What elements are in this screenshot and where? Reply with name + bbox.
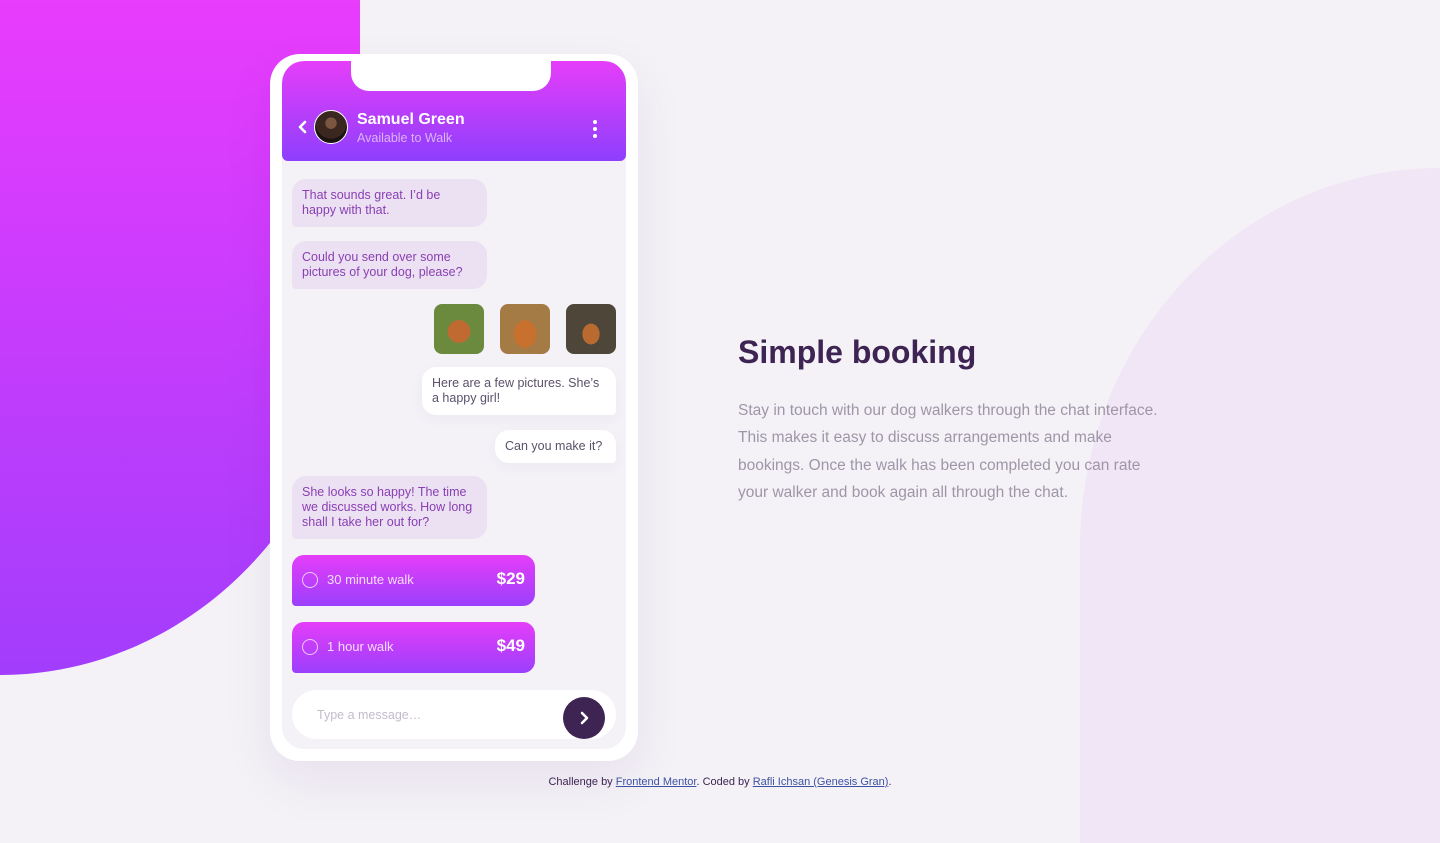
section-description: Stay in touch with our dog walkers throu… — [738, 402, 1158, 501]
message-bubble-sent: Can you make it? — [495, 430, 616, 463]
offer-label: 1 hour walk — [327, 639, 394, 654]
radio-button[interactable] — [302, 639, 318, 655]
chat-header: Samuel Green Available to Walk — [282, 61, 626, 161]
phone-mockup: Samuel Green Available to Walk That soun… — [270, 54, 638, 761]
dog-photo[interactable] — [566, 304, 616, 354]
offer-price: $49 — [496, 636, 525, 655]
chevron-right-icon — [580, 711, 589, 725]
attribution-suffix: . — [888, 776, 892, 788]
contact-status: Available to Walk — [357, 131, 453, 145]
message-composer — [292, 690, 616, 739]
dog-photo[interactable] — [500, 304, 550, 354]
attribution-prefix: Challenge by — [548, 776, 616, 788]
attribution-middle: . Coded by — [696, 776, 753, 788]
phone-notch — [351, 61, 551, 91]
avatar — [314, 110, 348, 144]
walk-offer-option[interactable]: 30 minute walk $29 — [292, 555, 535, 606]
more-options-icon[interactable] — [592, 120, 598, 138]
section-title: Simple booking — [738, 334, 977, 370]
message-bubble-received: That sounds great. I’d be happy with tha… — [292, 179, 487, 227]
radio-button[interactable] — [302, 572, 318, 588]
author-link[interactable]: Rafli Ichsan (Genesis Gran) — [753, 776, 889, 788]
message-bubble-received: Could you send over some pictures of you… — [292, 241, 487, 289]
contact-name: Samuel Green — [357, 111, 465, 128]
offer-price: $29 — [496, 569, 525, 588]
send-button[interactable] — [563, 697, 605, 739]
message-input[interactable] — [317, 705, 547, 725]
attribution: Challenge by Frontend Mentor. Coded by R… — [0, 776, 1440, 788]
offer-label: 30 minute walk — [327, 572, 414, 587]
walk-offer-option[interactable]: 1 hour walk $49 — [292, 622, 535, 673]
dog-photo[interactable] — [434, 304, 484, 354]
message-bubble-sent: Here are a few pictures. She’s a happy g… — [422, 367, 616, 415]
chevron-left-icon[interactable] — [296, 120, 310, 134]
chat-screen: Samuel Green Available to Walk That soun… — [282, 61, 626, 749]
frontend-mentor-link[interactable]: Frontend Mentor — [616, 776, 697, 788]
message-bubble-received: She looks so happy! The time we discusse… — [292, 476, 487, 539]
